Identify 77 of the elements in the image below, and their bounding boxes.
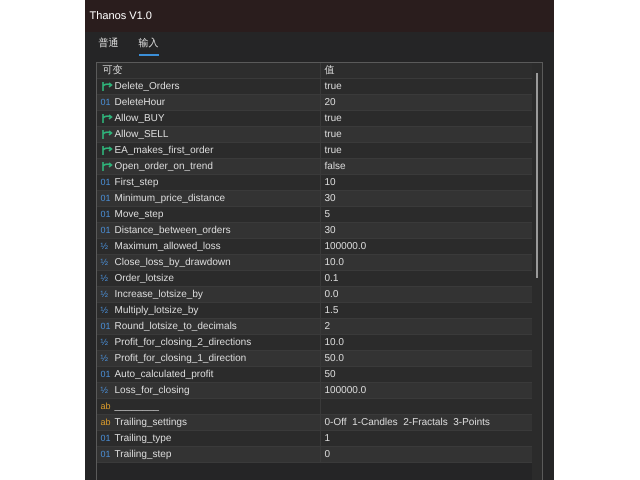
parameter-value: 0	[324, 448, 330, 462]
parameter-name: Round_lotsize_to_decimals	[114, 320, 237, 334]
type-icon: 01	[100, 450, 112, 459]
type-icon: 01	[100, 322, 112, 331]
parameter-name: Minimum_price_distance	[114, 192, 226, 206]
column-header: 可变	[96, 63, 320, 78]
parameter-name: Order_lotsize	[114, 272, 174, 286]
parameter-value: 30	[324, 224, 336, 238]
type-icon: ½	[100, 258, 112, 267]
parameter-value: 10.0	[324, 336, 344, 350]
flag-arrow-icon	[100, 161, 112, 172]
flag-arrow-icon	[100, 113, 112, 124]
parameter-value: 30	[324, 192, 336, 206]
parameter-value: 0.1	[324, 272, 338, 286]
type-icon: ½	[100, 338, 112, 347]
parameter-name: Increase_lotsize_by	[114, 288, 203, 302]
parameter-value: 2	[324, 320, 330, 334]
parameter-name: Move_step	[114, 208, 164, 222]
parameter-name: Delete_Orders	[114, 80, 180, 94]
parameter-value: 20	[324, 96, 336, 110]
type-icon: ½	[100, 386, 112, 395]
tab[interactable]: 普通	[98, 36, 118, 56]
type-icon: 01	[100, 226, 112, 235]
parameter-value: 0.0	[324, 288, 338, 302]
parameter-name: EA_makes_first_order	[114, 144, 214, 158]
parameter-name: Auto_calculated_profit	[114, 368, 214, 382]
window-title: Thanos V1.0	[90, 8, 152, 24]
parameter-name: Distance_between_orders	[114, 224, 231, 238]
parameter-name: Trailing_settings	[114, 416, 187, 430]
parameter-name: Multiply_lotsize_by	[114, 304, 198, 318]
scrollbar-thumb[interactable]	[536, 73, 538, 278]
parameter-name: Trailing_step	[114, 448, 172, 462]
type-icon: ½	[100, 306, 112, 315]
parameter-name: ________	[114, 400, 159, 414]
parameter-value: 10.0	[324, 256, 344, 270]
parameter-name: Open_order_on_trend	[114, 160, 213, 174]
parameter-name: Profit_for_closing_1_direction	[114, 352, 246, 366]
parameter-name: Trailing_type	[114, 432, 172, 446]
type-icon: ½	[100, 274, 112, 283]
parameter-value: 100000.0	[324, 240, 366, 254]
parameter-name: Loss_for_closing	[114, 384, 190, 398]
parameter-value: 0-Off 1-Candles 2-Fractals 3-Points	[324, 416, 490, 430]
type-icon: ½	[100, 242, 112, 251]
parameter-value: 10	[324, 176, 336, 190]
type-icon: 01	[100, 194, 112, 203]
parameter-name: Allow_BUY	[114, 112, 165, 126]
parameter-value: true	[324, 112, 342, 126]
parameter-value: true	[324, 80, 342, 94]
parameter-name: Profit_for_closing_2_directions	[114, 336, 252, 350]
type-icon: ab	[100, 418, 112, 427]
parameter-value: 50.0	[324, 352, 344, 366]
parameter-name: First_step	[114, 176, 158, 190]
type-icon: ab	[100, 402, 112, 411]
flag-arrow-icon	[100, 129, 112, 140]
parameter-value: 1.5	[324, 304, 338, 318]
flag-arrow-icon	[100, 145, 112, 156]
parameter-name: Maximum_allowed_loss	[114, 240, 221, 254]
parameter-value: 100000.0	[324, 384, 366, 398]
type-icon: 01	[100, 178, 112, 187]
type-icon: ½	[100, 290, 112, 299]
parameter-name: DeleteHour	[114, 96, 166, 110]
column-header: 值	[324, 64, 336, 78]
parameter-value: true	[324, 144, 342, 158]
type-icon: 01	[100, 98, 112, 107]
type-icon: 01	[100, 434, 112, 443]
type-icon: ½	[100, 354, 112, 363]
parameter-value: 5	[324, 208, 330, 222]
type-icon: 01	[100, 370, 112, 379]
parameter-name: Allow_SELL	[114, 128, 168, 142]
parameter-value: 1	[324, 432, 330, 446]
flag-arrow-icon	[100, 81, 112, 92]
parameter-value: true	[324, 128, 342, 142]
parameter-value: 50	[324, 368, 336, 382]
type-icon: 01	[100, 210, 112, 219]
tab[interactable]: 输入	[138, 36, 158, 56]
parameter-name: Close_loss_by_drawdown	[114, 256, 231, 270]
parameter-value: false	[324, 160, 346, 174]
